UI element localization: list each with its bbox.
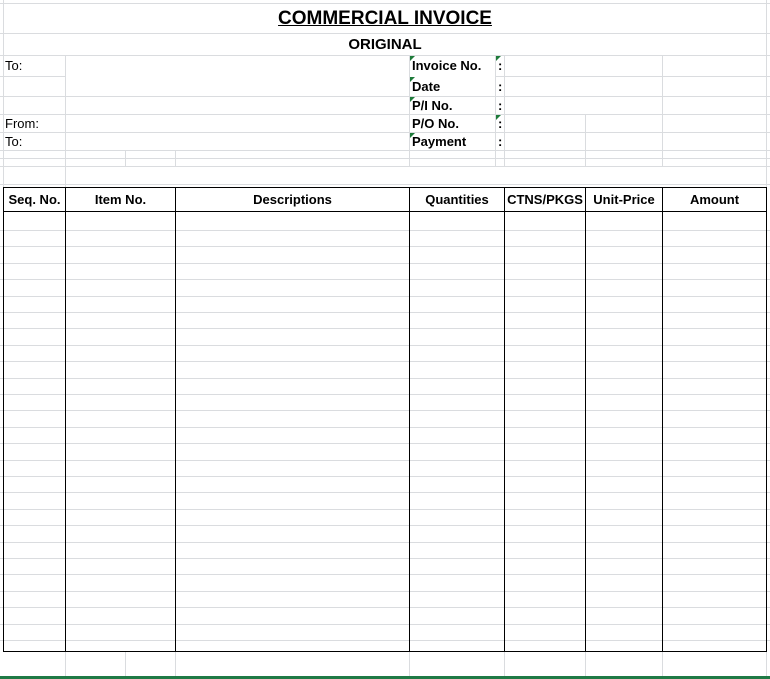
invoice-no-colon: : <box>498 58 503 73</box>
header-unit-price: Unit-Price <box>593 192 655 207</box>
payment-label: Payment <box>412 134 467 149</box>
to-label-2: To: <box>5 134 23 149</box>
po-no-colon: : <box>498 116 503 131</box>
invoice-title: COMMERCIAL INVOICE <box>278 8 492 29</box>
header-descriptions: Descriptions <box>253 192 332 207</box>
date-label: Date <box>412 79 441 94</box>
header-seq-no: Seq. No. <box>8 192 61 207</box>
header-item-no: Item No. <box>94 192 147 207</box>
header-ctns-pkgs: CTNS/PKGS <box>507 192 583 207</box>
po-no-label: P/O No. <box>412 116 459 131</box>
pi-no-label: P/I No. <box>412 98 453 113</box>
to-label: To: <box>5 58 23 73</box>
invoice-subtitle: ORIGINAL <box>348 36 422 53</box>
from-label: From: <box>5 116 39 131</box>
payment-colon: : <box>498 134 503 149</box>
date-colon: : <box>498 79 503 94</box>
pi-no-colon: : <box>498 98 503 113</box>
header-amount: Amount <box>689 192 740 207</box>
header-quantities: Quantities <box>425 192 489 207</box>
invoice-no-label: Invoice No. <box>412 58 482 73</box>
